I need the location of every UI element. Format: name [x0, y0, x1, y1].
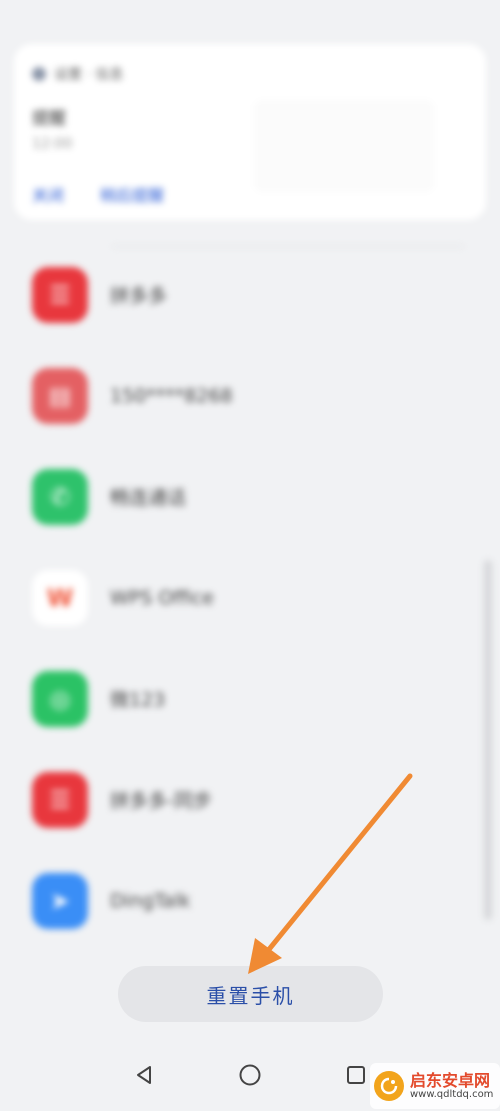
phone-icon: ✆	[32, 468, 88, 525]
app-dot-icon	[32, 67, 46, 81]
card-header: 设置 · 信息	[32, 64, 123, 84]
app-label: 拼多多	[110, 285, 168, 307]
shopping-bag-icon: ☰	[32, 771, 88, 828]
scrollbar[interactable]	[484, 560, 492, 920]
card-preview	[254, 100, 434, 192]
card-title: 提醒	[32, 109, 66, 129]
sim-card-icon: ▤	[32, 367, 88, 424]
watermark-logo-icon	[374, 1071, 404, 1101]
list-item[interactable]: W WPS Office	[0, 547, 500, 648]
watermark-url: www.qdltdq.com	[410, 1089, 494, 1101]
notification-card: 设置 · 信息 提醒 12:00 关闭 稍后提醒	[14, 44, 486, 220]
app-label: 150****8268	[110, 384, 233, 407]
list-item[interactable]: ▤ 150****8268	[0, 345, 500, 446]
card-app-name: 设置 · 信息	[54, 67, 124, 83]
list-item[interactable]: ◎ 微123	[0, 648, 500, 749]
shopping-bag-icon: ☰	[32, 266, 88, 323]
recents-icon[interactable]	[338, 1057, 374, 1093]
list-item[interactable]: ➤ DingTalk	[0, 850, 500, 951]
dingtalk-icon: ➤	[32, 872, 88, 929]
watermark-name: 启东安卓网	[410, 1070, 491, 1090]
watermark: 启东安卓网 www.qdltdq.com	[370, 1063, 500, 1109]
app-list: ☰ 拼多多 ▤ 150****8268 ✆ 畅连通话 W WPS Office …	[0, 244, 500, 951]
card-action-close[interactable]: 关闭	[32, 182, 64, 206]
list-item[interactable]: ☰ 拼多多-同步	[0, 749, 500, 850]
app-label: 微123	[110, 689, 166, 711]
app-label: DingTalk	[110, 889, 191, 912]
list-item[interactable]: ✆ 畅连通话	[0, 446, 500, 547]
back-icon[interactable]	[126, 1057, 162, 1093]
app-label: 拼多多-同步	[110, 790, 212, 812]
app-label: WPS Office	[110, 586, 214, 609]
wps-icon: W	[32, 569, 88, 626]
watermark-text: 启东安卓网 www.qdltdq.com	[410, 1072, 493, 1101]
app-label: 畅连通话	[110, 487, 187, 509]
list-item[interactable]: ☰ 拼多多	[0, 244, 500, 345]
reset-phone-button[interactable]: 重置手机	[118, 966, 383, 1022]
card-action-later[interactable]: 稍后提醒	[100, 182, 164, 206]
card-subtitle: 12:00	[32, 136, 73, 152]
home-icon[interactable]	[232, 1057, 268, 1093]
chat-icon: ◎	[32, 670, 88, 727]
card-actions: 关闭 稍后提醒	[32, 182, 164, 206]
